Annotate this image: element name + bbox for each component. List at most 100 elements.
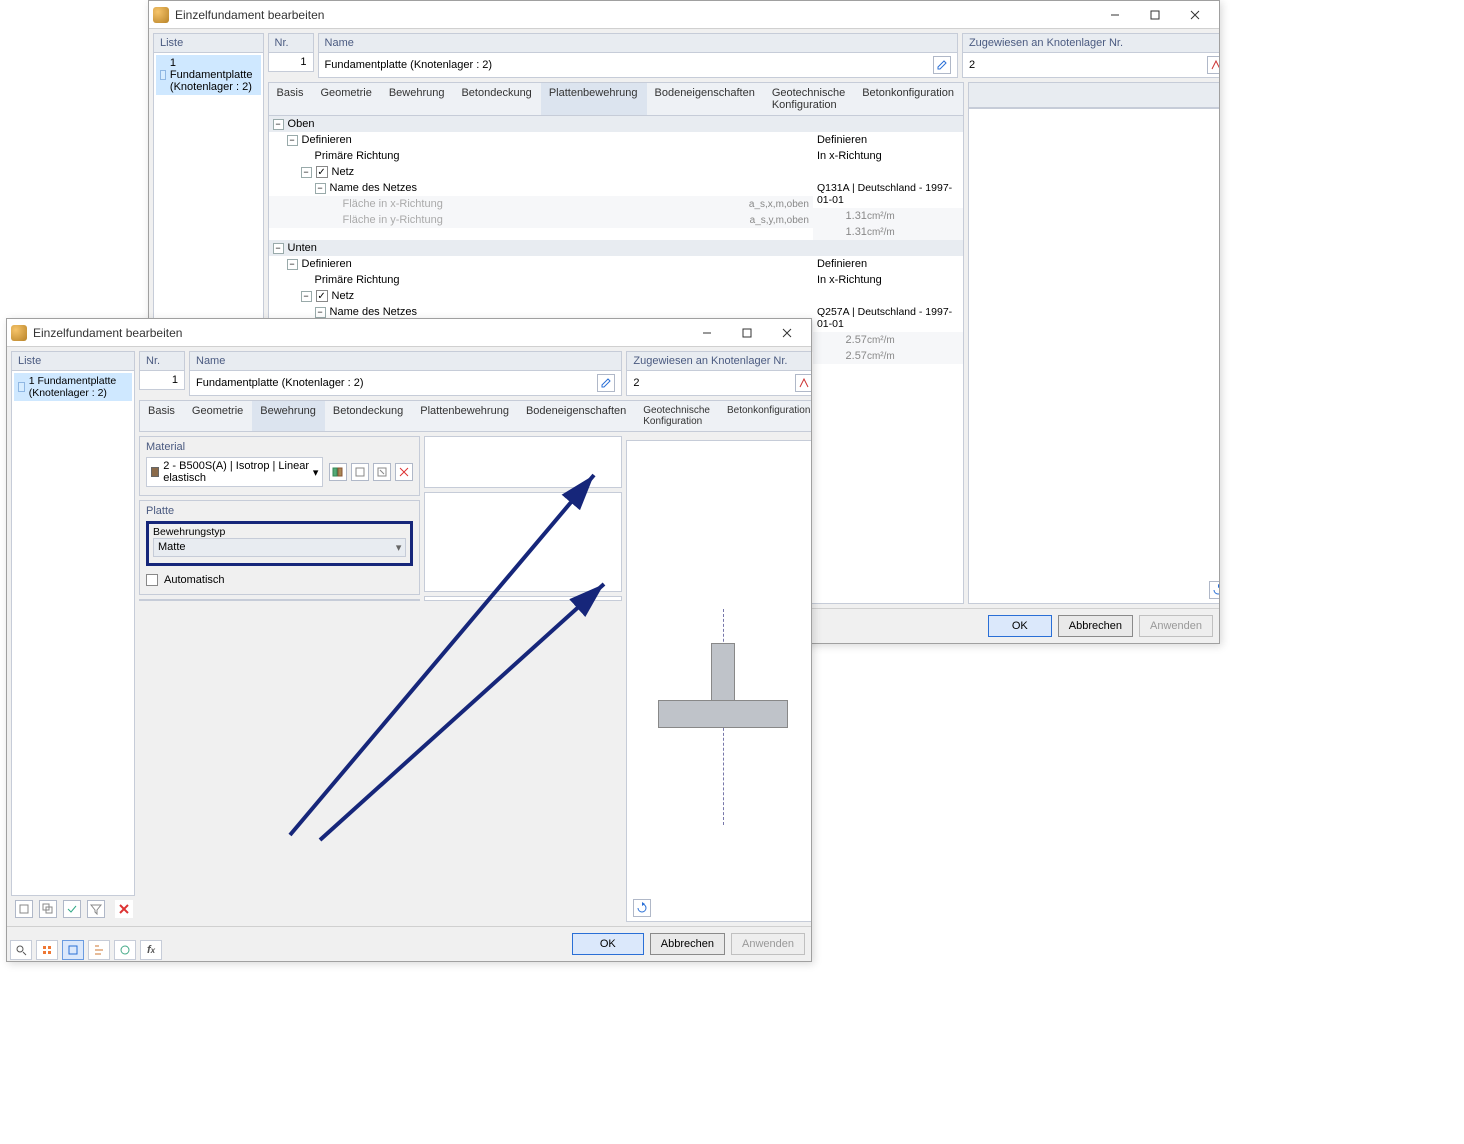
tool-globe-icon[interactable] <box>114 940 136 960</box>
definieren-value[interactable]: Definieren <box>817 258 959 270</box>
cancel-button[interactable]: Abbrechen <box>1058 615 1133 637</box>
netz-checkbox[interactable] <box>316 166 328 178</box>
tab-betonkonfiguration[interactable]: Betonkonfiguration <box>719 401 811 431</box>
fy-value: 2.57 <box>817 350 867 362</box>
tab-bodeneigenschaften[interactable]: Bodeneigenschaften <box>518 401 635 431</box>
material-delete-icon[interactable] <box>395 463 413 481</box>
list-header: Liste <box>153 33 264 53</box>
window-title: Einzelfundament bearbeiten <box>33 326 687 340</box>
expand-icon[interactable]: − <box>301 167 312 178</box>
tool-box-icon[interactable] <box>62 940 84 960</box>
group-oben: Oben <box>288 118 809 130</box>
fy-unit: cm²/m <box>867 351 915 362</box>
netz-name-value[interactable]: Q131A | Deutschland - 1997-01-01 <box>817 182 959 206</box>
cancel-button[interactable]: Abbrechen <box>650 933 725 955</box>
bewehrungstyp-select[interactable]: Matte ▾ <box>153 538 406 557</box>
tab-geotechnisch[interactable]: Geotechnische Konfiguration <box>635 401 719 431</box>
item-icon <box>160 70 166 80</box>
primaer-value[interactable]: In x-Richtung <box>817 274 959 286</box>
fx-value: 2.57 <box>817 334 867 346</box>
filter-icon[interactable] <box>87 900 105 918</box>
tool-tree-icon[interactable] <box>88 940 110 960</box>
platte-title: Platte <box>146 505 413 517</box>
tab-plattenbewehrung[interactable]: Plattenbewehrung <box>541 83 647 115</box>
edit-name-icon[interactable] <box>597 374 615 392</box>
close-button[interactable] <box>767 320 807 346</box>
maximize-button[interactable] <box>727 320 767 346</box>
minimize-button[interactable] <box>687 320 727 346</box>
expand-icon[interactable]: − <box>301 291 312 302</box>
assigned-input[interactable] <box>633 377 793 389</box>
tab-bewehrung[interactable]: Bewehrung <box>381 83 454 115</box>
expand-icon[interactable]: − <box>273 119 284 130</box>
pick-node-icon[interactable] <box>1207 56 1219 74</box>
tab-geometrie[interactable]: Geometrie <box>312 83 380 115</box>
tab-betonkonfiguration[interactable]: Betonkonfiguration <box>854 83 963 115</box>
tab-plattenbewehrung[interactable]: Plattenbewehrung <box>412 401 518 431</box>
list-header: Liste <box>11 351 135 371</box>
name-input[interactable] <box>325 59 931 71</box>
check-icon[interactable] <box>63 900 81 918</box>
auto-checkbox[interactable] <box>146 574 158 586</box>
primaer-label: Primäre Richtung <box>315 274 809 286</box>
tab-bar: Basis Geometrie Bewehrung Betondeckung P… <box>139 400 811 432</box>
material-select[interactable]: 2 - B500S(A) | Isotrop | Linear elastisc… <box>146 457 323 487</box>
refresh-preview-icon[interactable] <box>1209 581 1219 599</box>
group-unten: Unten <box>288 242 809 254</box>
apply-button[interactable]: Anwenden <box>1139 615 1213 637</box>
primaer-value[interactable]: In x-Richtung <box>817 150 959 162</box>
material-new-icon[interactable] <box>351 463 369 481</box>
delete-icon[interactable] <box>115 900 133 918</box>
tab-bar: Basis Geometrie Bewehrung Betondeckung P… <box>268 82 964 116</box>
material-value: 2 - B500S(A) | Isotrop | Linear elastisc… <box>163 460 313 484</box>
tab-geometrie[interactable]: Geometrie <box>184 401 252 431</box>
expand-icon[interactable]: − <box>315 183 326 194</box>
tool-fx-icon[interactable]: fx <box>140 940 162 960</box>
fy-label: Fläche in y-Richtung <box>343 214 750 226</box>
definieren-value[interactable]: Definieren <box>817 134 959 146</box>
expand-icon[interactable]: − <box>273 243 284 254</box>
tab-betondeckung[interactable]: Betondeckung <box>453 83 540 115</box>
netz-name-value[interactable]: Q257A | Deutschland - 1997-01-01 <box>817 306 959 330</box>
expand-icon[interactable]: − <box>315 307 326 318</box>
netz-checkbox[interactable] <box>316 290 328 302</box>
tab-geotechnisch[interactable]: Geotechnische Konfiguration <box>764 83 854 115</box>
tab-bewehrung[interactable]: Bewehrung <box>252 401 325 431</box>
fx-unit: cm²/m <box>867 335 915 346</box>
close-button[interactable] <box>1175 2 1215 28</box>
pick-node-icon[interactable] <box>795 374 811 392</box>
refresh-preview-icon[interactable] <box>633 899 651 917</box>
app-icon <box>153 7 169 23</box>
material-edit-icon[interactable] <box>373 463 391 481</box>
app-icon <box>11 325 27 341</box>
fx-sym: a_s,x,m,oben <box>749 199 809 210</box>
apply-button[interactable]: Anwenden <box>731 933 805 955</box>
material-library-icon[interactable] <box>329 463 347 481</box>
assigned-input[interactable] <box>969 59 1205 71</box>
material-title: Material <box>146 441 413 453</box>
edit-name-icon[interactable] <box>933 56 951 74</box>
maximize-button[interactable] <box>1135 2 1175 28</box>
fx-value: 1.31 <box>817 210 867 222</box>
minimize-button[interactable] <box>1095 2 1135 28</box>
name-input[interactable] <box>196 377 595 389</box>
expand-icon[interactable]: − <box>287 135 298 146</box>
expand-icon[interactable]: − <box>287 259 298 270</box>
ok-button[interactable]: OK <box>988 615 1052 637</box>
tool-grid-icon[interactable] <box>36 940 58 960</box>
tab-bodeneigenschaften[interactable]: Bodeneigenschaften <box>647 83 764 115</box>
tool-zoom-icon[interactable] <box>10 940 32 960</box>
copy-icon[interactable] <box>39 900 57 918</box>
tab-basis[interactable]: Basis <box>269 83 313 115</box>
list-item[interactable]: 1 Fundamentplatte (Knotenlager : 2) <box>156 55 261 95</box>
tab-basis[interactable]: Basis <box>140 401 184 431</box>
list-item[interactable]: 1 Fundamentplatte (Knotenlager : 2) <box>14 373 132 401</box>
fy-value: 1.31 <box>817 226 867 238</box>
ok-button[interactable]: OK <box>572 933 644 955</box>
netz-label: Netz <box>332 290 809 302</box>
netz-name-label: Name des Netzes <box>330 182 809 194</box>
tab-betondeckung[interactable]: Betondeckung <box>325 401 412 431</box>
new-icon[interactable] <box>15 900 33 918</box>
highlight-bewehrungstyp: Bewehrungstyp Matte ▾ <box>146 521 413 566</box>
bewehrungstyp-value: Matte <box>158 541 186 554</box>
